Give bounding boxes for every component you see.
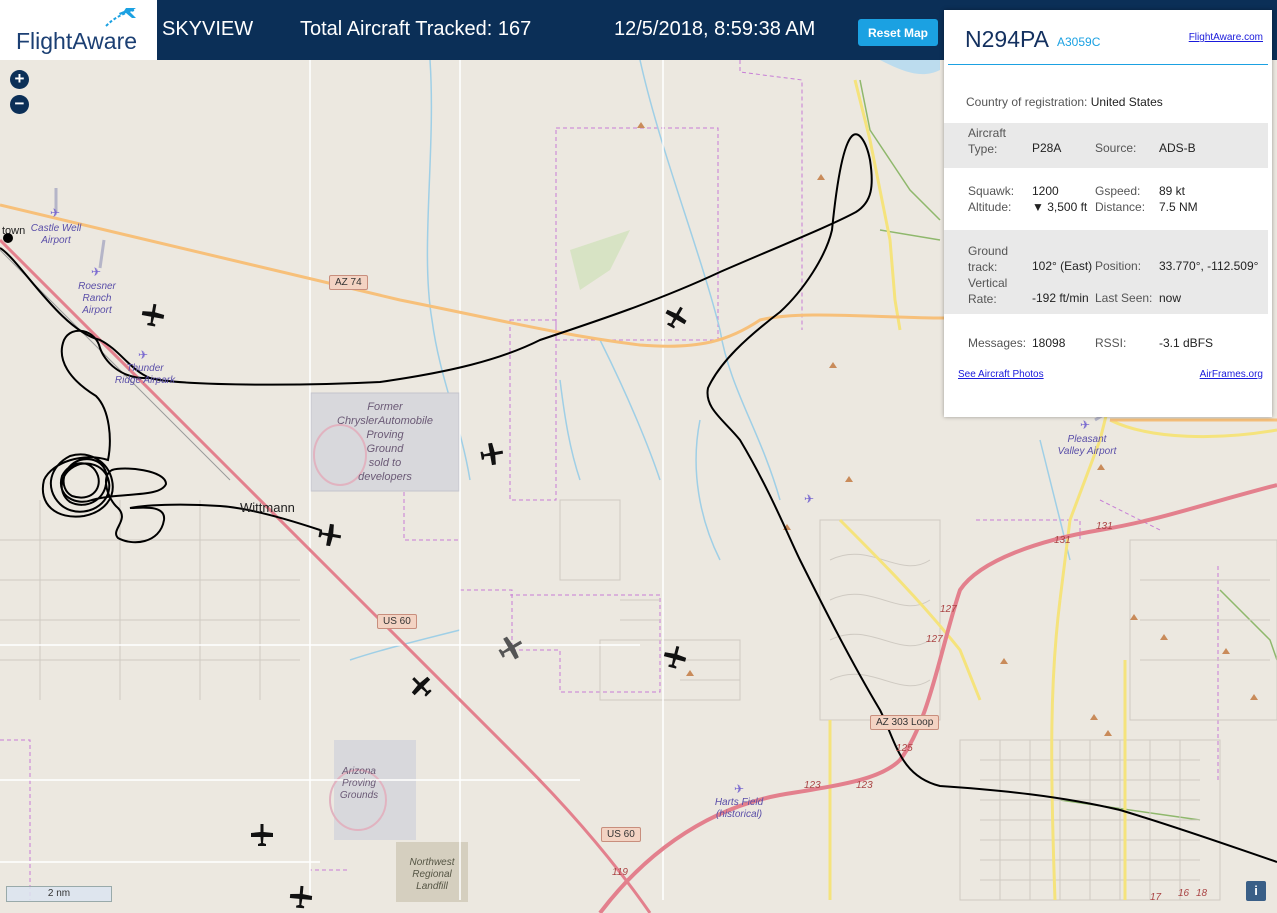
position-label: Position: [1095, 259, 1142, 273]
green-patch [570, 230, 630, 290]
aircraft-icon[interactable] [663, 645, 687, 669]
exit-number: 131 [1096, 521, 1113, 532]
gspeed-label: Gspeed: [1095, 184, 1141, 198]
aircraft-hex-code: A3059C [1057, 35, 1101, 49]
last-seen-label: Last Seen: [1095, 291, 1153, 305]
airport-icon: ✈ [1080, 418, 1091, 432]
rssi-value: -3.1 dBFS [1159, 336, 1214, 350]
exit-number: 131 [1054, 535, 1071, 546]
logo-text: FlightAware [16, 28, 138, 54]
distance-value: 7.5 NM [1159, 200, 1198, 214]
aircraft-tail-number: N294PA [965, 26, 1049, 52]
aircraft-icon-selected[interactable] [318, 523, 342, 547]
airport-icon: ✈ [91, 265, 102, 279]
squawk-label: Squawk: [968, 184, 1015, 198]
aircraft-type-label: Aircraft Type: [968, 126, 1007, 156]
exit-number: 123 [804, 780, 821, 791]
aircraft-icon[interactable] [141, 303, 165, 327]
harts-field-label: Harts Field (historical) [714, 797, 764, 820]
exit-number: 119 [612, 867, 628, 878]
source-value: ADS-B [1159, 141, 1196, 155]
landfill-label: Northwest Regional Landfill [409, 857, 455, 892]
zoom-in-button[interactable]: + [10, 70, 29, 89]
airport-icon: ✈ [50, 206, 61, 220]
app-name: SKYVIEW [162, 18, 254, 40]
ground-track-label: Ground track: [968, 244, 1009, 274]
wittmann-label: Wittmann [240, 500, 295, 515]
gspeed-value: 89 kt [1159, 184, 1186, 198]
aircraft-tracked-count: Total Aircraft Tracked: 167 [300, 18, 532, 40]
ground-track-value: 102° (East) [1032, 259, 1093, 273]
airport-icon: ✈ [734, 782, 745, 796]
aircraft-icon[interactable] [250, 823, 274, 847]
road-shield-az74: AZ 74 [329, 275, 368, 290]
messages-value: 18098 [1032, 336, 1066, 350]
airframes-link[interactable]: AirFrames.org [1200, 369, 1263, 380]
exit-number: 16 [1178, 888, 1190, 899]
country-value: United States [1090, 95, 1163, 109]
exit-number: 123 [856, 780, 873, 791]
altitude-label: Altitude: [968, 200, 1012, 214]
logo-plane-icon [105, 8, 136, 27]
airport-icon: ✈ [138, 348, 149, 362]
info-row-type: Aircraft Type: P28A Source: ADS-B [944, 123, 1268, 168]
last-seen-value: now [1159, 291, 1182, 305]
castle-well-airport-label: Castle Well Airport [30, 223, 82, 246]
squawk-value: 1200 [1032, 184, 1059, 198]
road-shield-us60: US 60 [377, 614, 417, 629]
current-datetime: 12/5/2018, 8:59:38 AM [614, 18, 816, 40]
aircraft-icon[interactable] [289, 885, 313, 909]
flightaware-link[interactable]: FlightAware.com [1189, 32, 1263, 43]
aircraft-icon[interactable] [664, 305, 688, 329]
map-info-button[interactable]: i [1246, 881, 1266, 901]
map-scale-bar: 2 nm [6, 886, 112, 902]
chrysler-proving-ground-label: Former ChryslerAutomobile Proving Ground sol… [337, 401, 433, 483]
road-shield-us60: US 60 [601, 827, 641, 842]
altitude-value: ▼ 3,500 ft [1032, 200, 1088, 214]
lake-shape [880, 60, 940, 75]
panel-divider [948, 64, 1268, 65]
exit-number: 127 [940, 604, 957, 615]
exit-number: 127 [926, 634, 943, 645]
position-value: 33.770°, -112.509° [1159, 259, 1259, 273]
reset-map-button[interactable]: Reset Map [858, 19, 938, 46]
exit-number: 18 [1196, 888, 1208, 899]
exit-number: 125 [896, 743, 913, 754]
source-label: Source: [1095, 141, 1137, 155]
vertical-rate-label: Vertical Rate: [968, 276, 1008, 306]
road-shield-az303: AZ 303 Loop [870, 715, 940, 730]
messages-label: Messages: [968, 336, 1027, 350]
info-row-track: Ground track: 102° (East) Position: 33.77… [944, 230, 1268, 314]
aircraft-details-panel: N294PA A3059C FlightAware.com Country of… [944, 10, 1272, 417]
aircraft-type-value: P28A [1032, 141, 1062, 155]
arizona-proving-grounds-label: Arizona Proving Grounds [339, 766, 379, 801]
airport-icon: ✈ [804, 492, 815, 506]
flightaware-logo[interactable]: FlightAware [0, 0, 157, 60]
az303-loop-road [598, 483, 1277, 913]
pleasant-valley-airport-label: Pleasant Valley Airport [1057, 434, 1117, 457]
aircraft-icon[interactable] [480, 442, 504, 466]
info-row-messages: Messages: 18098 RSSI: -3.1 dBFS [944, 328, 1268, 358]
distance-label: Distance: [1095, 200, 1146, 214]
thunder-ridge-airpark-label: Thunder Ridge Airpark [114, 363, 176, 386]
exit-number: 17 [1150, 892, 1162, 903]
see-aircraft-photos-link[interactable]: See Aircraft Photos [958, 369, 1044, 380]
rssi-label: RSSI: [1095, 336, 1127, 350]
aircraft-icon[interactable] [409, 674, 433, 698]
scale-label: 2 nm [47, 888, 71, 899]
roesner-ranch-airport-label: Roesner Ranch Airport [78, 281, 116, 316]
country-label: Country of registration: [966, 95, 1088, 109]
aircraft-icon[interactable] [498, 635, 524, 661]
zoom-out-button[interactable]: − [10, 95, 29, 114]
info-row-squawk: Squawk: 1200 Gspeed: 89 kt Altitude: ▼ 3… [944, 180, 1268, 220]
town-label: town [2, 225, 26, 237]
vertical-rate-value: -192 ft/min [1032, 291, 1089, 305]
country-of-registration: Country of registration: United States [966, 95, 1163, 109]
